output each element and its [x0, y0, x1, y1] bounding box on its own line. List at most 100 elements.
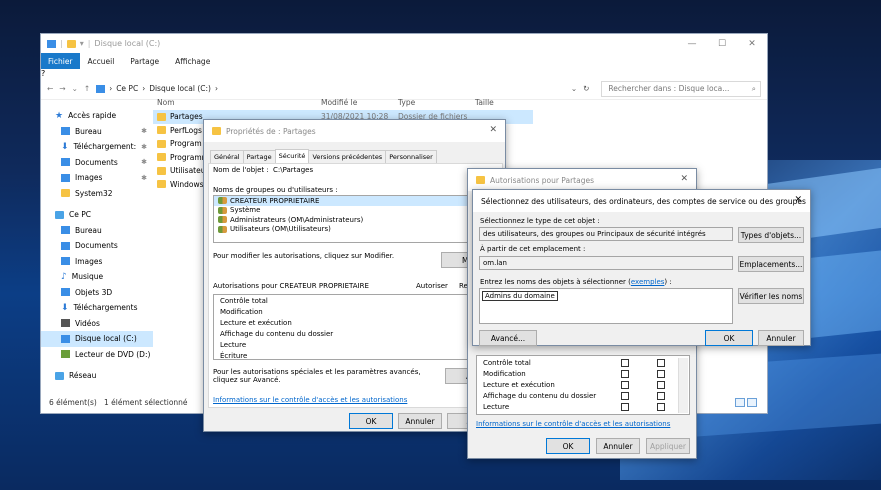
- ribbon-tabs: Fichier Accueil Partage Affichage: [41, 53, 767, 69]
- tab-partage[interactable]: Partage: [122, 57, 167, 66]
- dvd-icon: [61, 350, 70, 359]
- nav-item[interactable]: Objets 3D: [41, 285, 153, 301]
- tab-fichier[interactable]: Fichier: [41, 53, 80, 69]
- tab-general[interactable]: Général: [210, 150, 244, 164]
- nav-item[interactable]: Vidéos: [41, 316, 153, 332]
- network-icon: [55, 371, 64, 380]
- refresh-icon[interactable]: ↻: [583, 84, 589, 93]
- deny-checkbox[interactable]: [657, 381, 665, 389]
- close-icon[interactable]: ✕: [680, 174, 688, 184]
- breadcrumb-ce-pc[interactable]: Ce PC: [116, 84, 138, 93]
- close-icon[interactable]: ✕: [794, 195, 802, 205]
- qat-dropdown-icon[interactable]: ▾: [80, 39, 84, 48]
- advanced-button[interactable]: Avancé...: [479, 330, 537, 346]
- nav-item-selected[interactable]: Disque local (C:): [41, 331, 153, 347]
- folder-icon: [157, 180, 166, 189]
- modify-hint: Pour modifier les autorisations, cliquez…: [213, 252, 395, 260]
- nav-item[interactable]: Lecteur de DVD (D:): [41, 347, 153, 363]
- deny-checkbox[interactable]: [657, 392, 665, 400]
- group-item[interactable]: CREATEUR PROPRIETAIRE: [214, 196, 499, 206]
- title-bar: | ▾ | Disque local (C:): [41, 34, 767, 53]
- tab-personnaliser[interactable]: Personnaliser: [385, 150, 437, 164]
- drive-icon: [96, 84, 106, 93]
- col-name[interactable]: Nom: [157, 98, 175, 107]
- tab-affichage[interactable]: Affichage: [167, 57, 218, 66]
- folder-icon: [66, 39, 76, 48]
- cancel-button[interactable]: Annuler: [398, 413, 442, 429]
- nav-network[interactable]: Réseau: [41, 368, 153, 384]
- nav-item[interactable]: ⬇ Téléchargements: [41, 300, 153, 316]
- nav-item[interactable]: Images: [41, 254, 153, 270]
- recent-icon[interactable]: ⌄: [72, 84, 78, 93]
- nav-item[interactable]: System32: [41, 186, 153, 202]
- allow-checkbox[interactable]: [621, 359, 629, 367]
- apply-button[interactable]: Appliquer: [646, 438, 690, 454]
- minimize-icon[interactable]: —: [677, 34, 707, 53]
- perm-row: Écriture: [220, 351, 248, 360]
- examples-link[interactable]: exemples: [631, 278, 665, 286]
- ok-button[interactable]: OK: [546, 438, 590, 454]
- object-types-button[interactable]: Types d'objets...: [738, 227, 804, 243]
- perms-list: Contrôle total Modification Lecture et e…: [213, 294, 500, 360]
- nav-item[interactable]: ⬇ Téléchargement: ✱: [41, 139, 153, 155]
- tab-partage[interactable]: Partage: [242, 150, 276, 164]
- info-link[interactable]: Informations sur le contrôle d'accès et …: [476, 420, 670, 428]
- address-dropdown-icon[interactable]: ⌄: [571, 84, 577, 93]
- deny-checkbox[interactable]: [657, 403, 665, 411]
- close-icon[interactable]: ✕: [737, 34, 767, 53]
- nav-item[interactable]: Bureau ✱: [41, 124, 153, 140]
- tiles-view-icon[interactable]: [747, 398, 757, 407]
- allow-checkbox[interactable]: [621, 370, 629, 378]
- ok-button[interactable]: OK: [705, 330, 753, 346]
- folder-icon: [61, 189, 70, 198]
- forward-icon[interactable]: →: [59, 84, 65, 93]
- locations-button[interactable]: Emplacements...: [738, 256, 804, 272]
- tab-versions[interactable]: Versions précédentes: [308, 150, 387, 164]
- search-icon: ⌕: [751, 83, 756, 93]
- back-icon[interactable]: ←: [47, 84, 53, 93]
- deny-checkbox[interactable]: [657, 359, 665, 367]
- group-item[interactable]: Système: [214, 206, 499, 216]
- nav-quick-access[interactable]: ★ Accès rapide: [41, 108, 153, 124]
- perm-row: Lecture et exécution: [220, 318, 292, 327]
- select-users-dialog: Sélectionnez des utilisateurs, des ordin…: [472, 189, 811, 346]
- desktop-icon: [61, 226, 70, 235]
- deny-checkbox[interactable]: [657, 370, 665, 378]
- scrollbar[interactable]: [678, 358, 688, 413]
- perm-row: Contrôle total: [220, 296, 268, 305]
- folder-icon: [157, 153, 166, 162]
- group-item[interactable]: Administrateurs (OM\Administrateurs): [214, 215, 499, 225]
- nav-item[interactable]: ♪ Musique: [41, 269, 153, 285]
- up-icon[interactable]: ↑: [84, 84, 90, 93]
- col-size[interactable]: Taille: [475, 98, 494, 107]
- group-item[interactable]: Utilisateurs (OM\Utilisateurs): [214, 225, 499, 235]
- details-view-icon[interactable]: [735, 398, 745, 407]
- help-icon[interactable]: ?: [41, 69, 45, 78]
- check-names-button[interactable]: Vérifier les noms: [738, 288, 804, 304]
- maximize-icon[interactable]: ☐: [707, 34, 737, 53]
- ok-button[interactable]: OK: [349, 413, 393, 429]
- dialog-title-bar: Sélectionnez des utilisateurs, des ordin…: [473, 190, 810, 212]
- col-modified[interactable]: Modifié le: [321, 98, 357, 107]
- cancel-button[interactable]: Annuler: [596, 438, 640, 454]
- nav-item[interactable]: Documents: [41, 238, 153, 254]
- info-link[interactable]: Informations sur le contrôle d'accès et …: [213, 396, 407, 404]
- allow-checkbox[interactable]: [621, 381, 629, 389]
- cancel-button[interactable]: Annuler: [758, 330, 804, 346]
- close-icon[interactable]: ✕: [489, 125, 497, 135]
- allow-checkbox[interactable]: [621, 392, 629, 400]
- allow-checkbox[interactable]: [621, 403, 629, 411]
- nav-item[interactable]: Documents ✱: [41, 155, 153, 171]
- pin-icon: ✱: [141, 173, 147, 182]
- tab-securite[interactable]: Sécurité: [274, 149, 310, 163]
- names-textarea[interactable]: Admins du domaine: [479, 288, 733, 324]
- nav-item[interactable]: Images ✱: [41, 170, 153, 186]
- nav-item[interactable]: Bureau: [41, 223, 153, 239]
- tab-accueil[interactable]: Accueil: [80, 57, 123, 66]
- col-type[interactable]: Type: [398, 98, 415, 107]
- search-input[interactable]: Rechercher dans : Disque loca... ⌕: [601, 80, 761, 97]
- desktop-icon: [61, 127, 70, 136]
- location-label: À partir de cet emplacement :: [480, 245, 586, 253]
- nav-this-pc[interactable]: Ce PC: [41, 207, 153, 223]
- breadcrumb-disque[interactable]: Disque local (C:): [149, 84, 211, 93]
